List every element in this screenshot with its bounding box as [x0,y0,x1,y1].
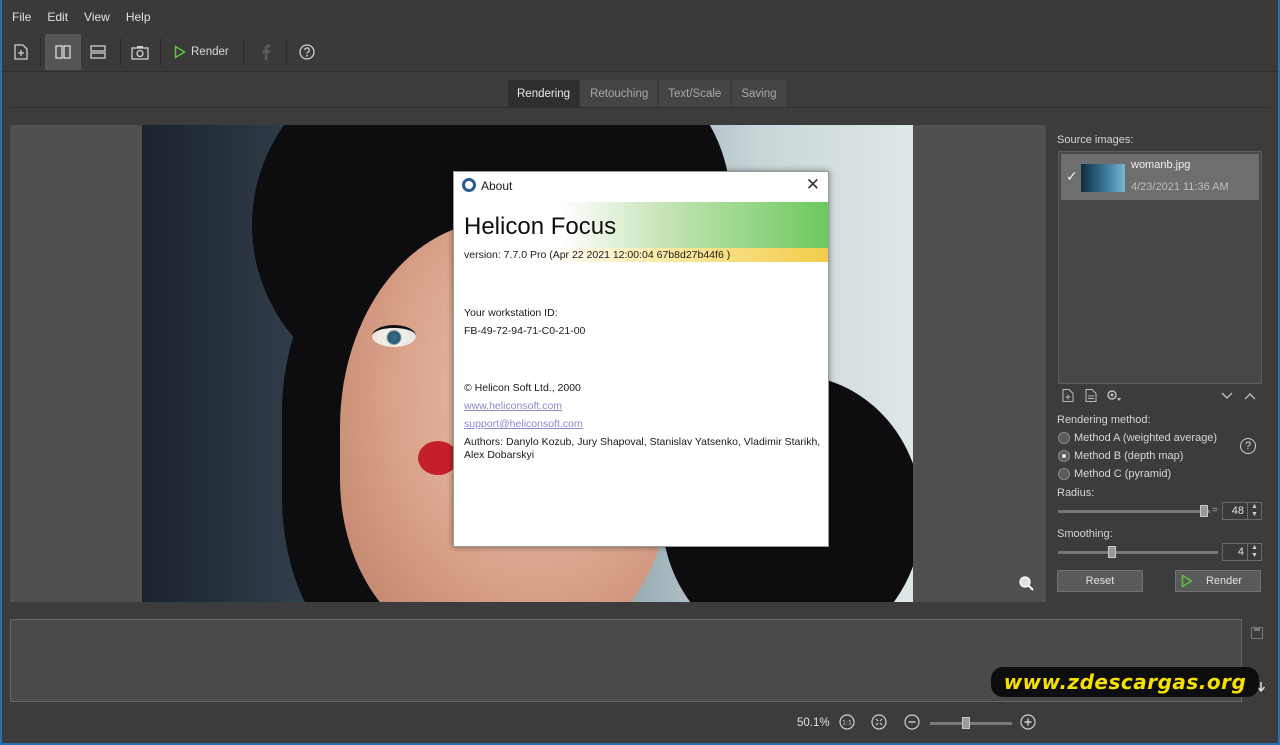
split-horizontal-icon[interactable] [83,34,113,70]
svg-text:1:1: 1:1 [842,720,852,727]
tab-saving[interactable]: Saving [732,80,786,107]
play-icon [174,45,186,59]
method-help-icon[interactable]: ? [1240,438,1256,454]
zoom-slider-handle[interactable] [962,717,970,729]
about-title: About [481,179,513,193]
radius-label: Radius: [1057,487,1095,499]
check-icon[interactable]: ✓ [1066,168,1078,185]
method-a-label[interactable]: Method A (weighted average) [1074,432,1217,444]
source-file-date: 4/23/2021 11:36 AM [1131,181,1229,193]
save-icon[interactable] [1251,627,1263,642]
smoothing-spinbox[interactable]: 4 ▲ ▼ [1222,543,1262,561]
radio-method-a[interactable] [1058,432,1070,444]
screenshot-icon[interactable] [126,34,154,70]
version-line: version: 7.7.0 Pro (Apr 22 2021 12:00:04… [458,248,828,262]
play-icon [1181,574,1193,595]
settings-dropdown-icon[interactable] [1106,389,1122,405]
menu-bar: File Edit View Help [0,0,1280,32]
close-icon[interactable]: ✕ [806,175,820,195]
method-c-label[interactable]: Method C (pyramid) [1074,468,1171,480]
zoom-level: 50.1% [797,717,830,729]
spin-arrows-icon[interactable]: ▲ ▼ [1247,503,1261,519]
chevron-up-icon[interactable] [1244,389,1256,403]
menu-edit[interactable]: Edit [39,0,76,32]
product-banner: Helicon Focus [458,202,828,248]
copyright: © Helicon Soft Ltd., 2000 [464,382,581,394]
about-title-bar: About ✕ [454,172,828,200]
reset-button[interactable]: Reset [1057,570,1143,592]
spin-arrows-icon[interactable]: ▲ ▼ [1247,544,1261,560]
zoom-in-icon[interactable] [1020,714,1036,733]
new-project-icon[interactable] [8,34,34,70]
tab-text-scale[interactable]: Text/Scale [659,80,731,107]
render-button[interactable]: Render [168,34,232,70]
menu-file[interactable]: File [4,0,39,32]
chevron-down-icon[interactable] [1221,389,1233,403]
help-icon[interactable] [294,34,320,70]
tab-rendering[interactable]: Rendering [508,80,580,107]
radius-slider[interactable] [1058,510,1210,513]
helicon-logo-icon [462,178,476,192]
status-bar: 50.1% 1:1 [0,705,1280,743]
add-file-icon[interactable] [1062,389,1074,405]
workstation-id: FB-49-72-94-71-C0-21-00 [464,325,586,337]
fit-to-screen-icon[interactable] [871,714,887,733]
smoothing-value: 4 [1237,546,1244,558]
menu-view[interactable]: View [76,0,118,32]
radio-method-c[interactable] [1058,468,1070,480]
rendering-method-label: Rendering method: [1057,414,1151,426]
file-icon[interactable] [1085,389,1097,405]
radius-value: 48 [1231,505,1244,517]
radius-spinbox[interactable]: 48 ▲ ▼ [1222,502,1262,520]
toolbar: Render [0,32,1280,72]
zoom-out-icon[interactable] [904,714,920,733]
tab-retouching[interactable]: Retouching [581,80,658,107]
source-file-name: womanb.jpg [1131,159,1191,171]
workstation-label: Your workstation ID: [464,307,558,319]
method-b-label[interactable]: Method B (depth map) [1074,450,1183,462]
product-name: Helicon Focus [464,213,617,240]
menu-help[interactable]: Help [118,0,159,32]
render-panel-label: Render [1205,575,1243,587]
smoothing-slider[interactable] [1058,551,1218,554]
list-item[interactable]: ✓ womanb.jpg 4/23/2021 11:36 AM [1061,154,1259,200]
website-link[interactable]: www.heliconsoft.com [464,400,562,412]
mode-tabs-row: Rendering Retouching Text/Scale Saving [10,80,1270,108]
thumbnail [1081,164,1125,192]
split-vertical-icon[interactable] [45,34,81,70]
render-button-label: Render [191,46,229,58]
actual-size-icon[interactable]: 1:1 [839,714,855,733]
source-images-list[interactable]: ✓ womanb.jpg 4/23/2021 11:36 AM [1058,151,1262,384]
magnifier-icon[interactable] [1018,575,1034,594]
support-email-link[interactable]: support@heliconsoft.com [464,418,583,430]
radio-method-b[interactable] [1058,450,1070,462]
zoom-slider[interactable] [930,722,1012,725]
watermark-banner: www.zdescargas.org [991,667,1259,697]
facebook-icon[interactable] [254,34,278,70]
smoothing-label: Smoothing: [1057,528,1113,540]
render-panel-button[interactable]: Render [1175,570,1261,592]
smoothing-slider-handle[interactable] [1108,546,1116,558]
radius-slider-handle[interactable] [1200,505,1208,517]
source-images-label: Source images: [1057,134,1134,146]
radius-link-icon: = [1212,505,1218,516]
about-dialog: About ✕ Helicon Focus version: 7.7.0 Pro… [453,171,829,547]
authors: Authors: Danylo Kozub, Jury Shapoval, St… [464,436,821,461]
